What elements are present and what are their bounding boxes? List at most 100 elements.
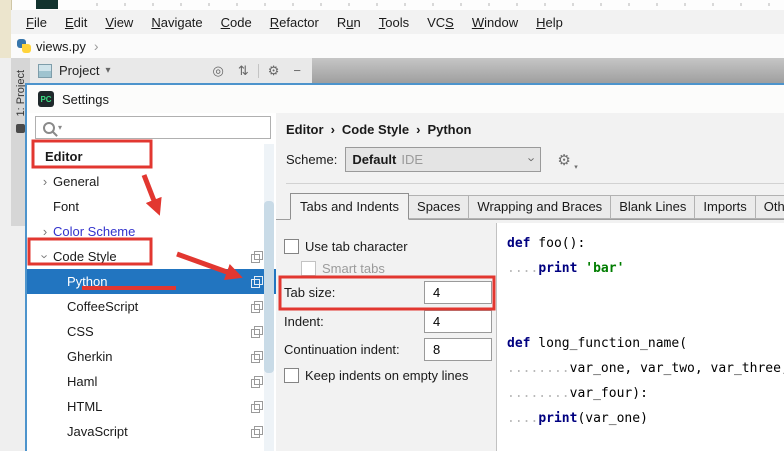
keep-indents-row: Keep indents on empty lines xyxy=(284,368,468,383)
menu-bar: File Edit View Navigate Code Refactor Run Tools… xyxy=(11,10,784,35)
continuation-indent-label: Continuation indent: xyxy=(284,342,400,357)
tree-item-font[interactable]: Font xyxy=(27,194,276,219)
tree-item-javascript[interactable]: JavaScript xyxy=(27,419,276,444)
menu-vcs[interactable]: VCS xyxy=(418,15,463,30)
collapse-all-icon[interactable]: ⇅ xyxy=(231,62,256,80)
menu-refactor[interactable]: Refactor xyxy=(261,15,328,30)
settings-dialog-titlebar[interactable]: PC Settings xyxy=(27,85,784,113)
tree-item-gherkin[interactable]: Gherkin xyxy=(27,344,276,369)
tree-item-html[interactable]: HTML xyxy=(27,394,276,419)
tab-blank-lines[interactable]: Blank Lines xyxy=(610,195,696,219)
tree-scrollbar-thumb[interactable] xyxy=(264,200,274,374)
menu-view[interactable]: View xyxy=(96,15,142,30)
tab-size-input[interactable] xyxy=(424,281,492,304)
chevron-down-icon: › xyxy=(524,157,540,162)
indent-input[interactable] xyxy=(424,310,492,333)
per-language-settings-icon xyxy=(251,351,263,363)
code-preview-panel: def foo(): ....print 'bar' def long_functi… xyxy=(497,223,784,451)
tree-item-editor[interactable]: Editor xyxy=(27,144,276,169)
per-language-settings-icon xyxy=(251,251,263,263)
tab-spaces[interactable]: Spaces xyxy=(408,195,470,219)
chevron-closed-icon[interactable]: › xyxy=(37,174,53,189)
menu-edit[interactable]: Edit xyxy=(56,15,96,30)
tree-item-label: Color Scheme xyxy=(53,224,136,239)
per-language-settings-icon xyxy=(251,276,263,288)
settings-dialog-title: Settings xyxy=(62,91,109,107)
tree-item-code-style[interactable]: › Code Style xyxy=(27,244,276,269)
tree-item-python[interactable]: Python xyxy=(27,269,276,294)
tree-item-label: JavaScript xyxy=(67,424,128,439)
menu-navigate[interactable]: Navigate xyxy=(142,15,211,30)
tree-item-label: Font xyxy=(53,199,80,214)
use-tab-character-row: Use tab character xyxy=(284,239,408,254)
settings-dialog: PC Settings ▾ Editor › General Font › Color S… xyxy=(25,83,784,451)
pycharm-window: File Edit View Navigate Code Refactor Run Tools… xyxy=(0,0,784,451)
menu-tools[interactable]: Tools xyxy=(370,15,418,30)
tab-other[interactable]: Other xyxy=(754,195,784,219)
scheme-select[interactable]: Default IDE › xyxy=(345,147,542,172)
tab-tabs-and-indents[interactable]: Tabs and Indents xyxy=(290,193,410,220)
breadcrumb-file[interactable]: views.py xyxy=(36,39,86,54)
settings-icon[interactable]: ⚙ xyxy=(261,62,287,80)
tab-size-row: Tab size: xyxy=(284,281,492,304)
chevron-closed-icon[interactable]: › xyxy=(37,224,53,239)
tree-item-label: Haml xyxy=(67,374,98,389)
tab-imports[interactable]: Imports xyxy=(694,195,756,219)
use-tab-character-label: Use tab character xyxy=(305,239,408,254)
settings-search-box[interactable]: ▾ xyxy=(35,116,271,139)
hide-icon[interactable]: − xyxy=(286,62,308,80)
menu-file[interactable]: File xyxy=(17,15,56,30)
tree-item-label: General xyxy=(53,174,100,189)
keep-indents-checkbox[interactable] xyxy=(284,368,299,383)
breadcrumb-editor[interactable]: Editor xyxy=(286,122,324,137)
tree-scrollbar[interactable] xyxy=(264,144,274,451)
tree-item-general[interactable]: › General xyxy=(27,169,276,194)
settings-tree: Editor › General Font › Color Scheme › Code Sty… xyxy=(27,144,276,451)
tree-item-color-scheme[interactable]: › Color Scheme xyxy=(27,219,276,244)
code-line: ....print(var_one) xyxy=(507,411,648,426)
scheme-label: Scheme: xyxy=(286,152,338,167)
menu-code[interactable]: Code xyxy=(212,15,261,30)
scheme-selected-value: Default xyxy=(352,152,397,167)
menu-window[interactable]: Window xyxy=(463,15,527,30)
tree-item-label: CoffeeScript xyxy=(67,299,139,314)
chevron-down-icon[interactable]: ▾ xyxy=(105,65,110,76)
code-line: def foo(): xyxy=(507,236,586,251)
tree-item-label: Editor xyxy=(45,149,83,164)
tree-item-label: HTML xyxy=(67,399,103,414)
tree-item-label: Python xyxy=(67,274,108,289)
menu-run[interactable]: Run xyxy=(328,15,370,30)
search-icon xyxy=(43,121,55,134)
per-language-settings-icon xyxy=(251,376,263,388)
tree-item-haml[interactable]: Haml xyxy=(27,369,276,394)
tree-item-label: Gherkin xyxy=(67,349,113,364)
tree-item-css[interactable]: CSS xyxy=(27,319,276,344)
tab-size-label: Tab size: xyxy=(284,285,336,300)
scheme-gear-icon[interactable]: ⚙ ▾ xyxy=(557,151,577,171)
chevron-right-icon: › xyxy=(330,122,335,137)
tab-wrapping-and-braces[interactable]: Wrapping and Braces xyxy=(468,195,612,219)
tree-item-coffeescript[interactable]: CoffeeScript xyxy=(27,294,276,319)
smart-tabs-label: Smart tabs xyxy=(322,261,385,276)
tree-item-label: CSS xyxy=(67,324,94,339)
chevron-open-icon[interactable]: › xyxy=(38,249,53,265)
project-panel-title[interactable]: Project xyxy=(59,63,99,78)
chevron-right-icon: › xyxy=(93,38,99,54)
continuation-indent-input[interactable] xyxy=(424,338,492,361)
search-input[interactable] xyxy=(62,119,270,136)
menu-help[interactable]: Help xyxy=(527,15,572,30)
breadcrumb-python[interactable]: Python xyxy=(427,122,471,137)
navigation-bar: views.py › xyxy=(11,34,784,59)
tree-item-json[interactable]: JSON xyxy=(27,444,276,451)
chevron-right-icon: › xyxy=(416,122,421,137)
use-tab-character-checkbox[interactable] xyxy=(284,239,299,254)
structure-icon[interactable] xyxy=(16,124,25,134)
indent-label: Indent: xyxy=(284,314,324,329)
breadcrumb-code-style[interactable]: Code Style xyxy=(342,122,409,137)
locate-icon[interactable]: ◎ xyxy=(206,62,231,80)
scheme-scope: IDE xyxy=(401,152,424,167)
tree-item-label: Code Style xyxy=(53,249,117,264)
scheme-row: Scheme: Default IDE › ⚙ ▾ xyxy=(286,147,784,172)
